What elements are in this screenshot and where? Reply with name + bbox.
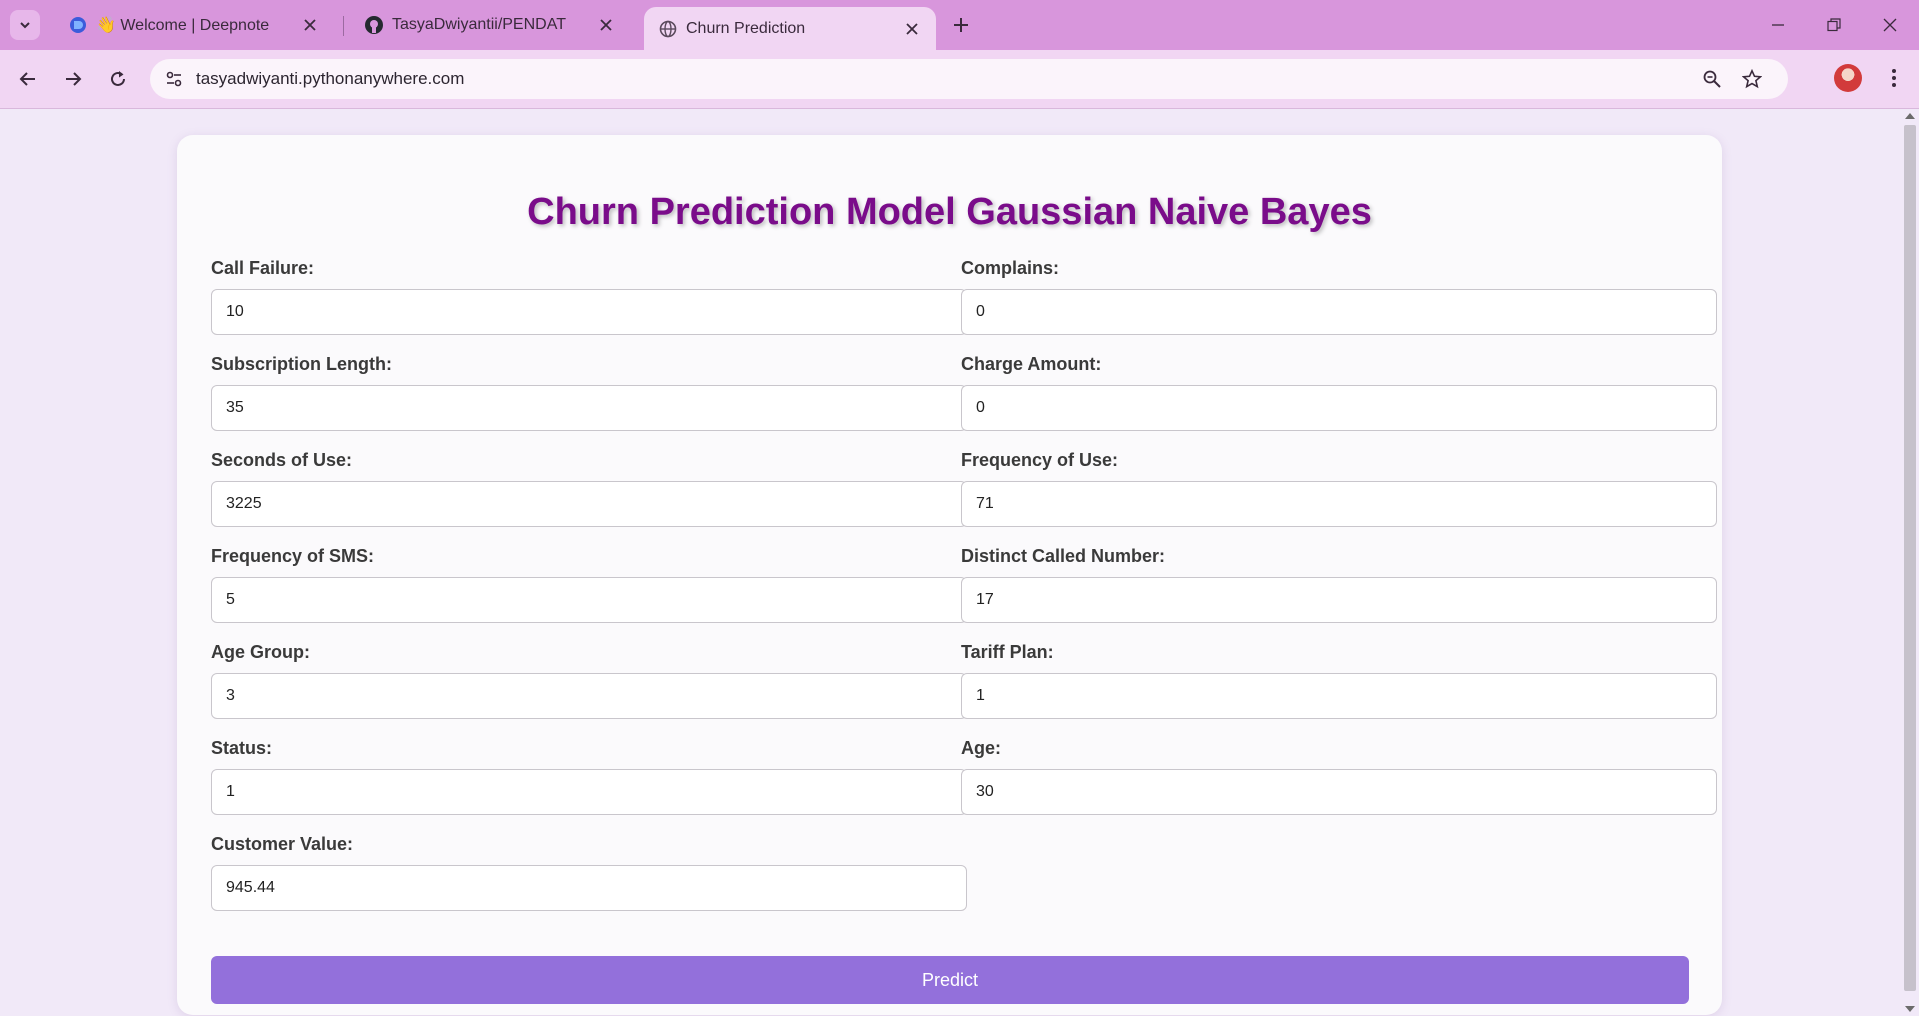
predict-button[interactable]: Predict [211,956,1689,1004]
close-icon[interactable] [596,15,616,35]
new-tab-button[interactable] [948,12,974,38]
status-input[interactable]: 1 [211,769,967,815]
tariff-plan-input[interactable]: 1 [961,673,1717,719]
scroll-up-arrow-icon[interactable] [1905,113,1915,119]
age-group-input[interactable]: 3 [211,673,967,719]
browser-menu-button[interactable] [1880,64,1908,92]
call-failure-input[interactable]: 10 [211,289,967,335]
field-call-failure: Call Failure: 10 [211,257,967,335]
profile-avatar[interactable] [1834,64,1862,92]
reload-button[interactable] [102,63,134,95]
bookmark-star-icon[interactable] [1740,67,1764,91]
field-tariff-plan: Tariff Plan: 1 [961,641,1717,719]
minimize-icon [1772,24,1784,26]
field-label: Distinct Called Number: [961,546,1166,566]
field-label: Customer Value: [211,834,354,854]
field-label: Frequency of SMS: [211,546,375,566]
field-label: Age: [961,738,1001,758]
field-label: Complains: [961,258,1060,278]
field-customer-value: Customer Value: 945.44 [211,833,967,911]
seconds-of-use-input[interactable]: 3225 [211,481,967,527]
tab-churn-prediction[interactable]: Churn Prediction [644,7,936,50]
scrollbar-thumb[interactable] [1904,125,1916,991]
address-bar[interactable]: tasyadwiyanti.pythonanywhere.com [150,59,1788,99]
restore-icon [1827,18,1841,32]
age-input[interactable]: 30 [961,769,1717,815]
field-subscription-length: Subscription Length: 35 [211,353,967,431]
frequency-of-use-input[interactable]: 71 [961,481,1717,527]
tab-separator [343,16,344,36]
close-icon[interactable] [902,19,922,39]
scroll-down-arrow-icon[interactable] [1905,1006,1915,1012]
distinct-called-number-input[interactable]: 17 [961,577,1717,623]
page-viewport: Churn Prediction Model Gaussian Naive Ba… [0,109,1901,1016]
field-label: Tariff Plan: [961,642,1054,662]
customer-value-input[interactable]: 945.44 [211,865,967,911]
page-scrollbar[interactable] [1901,109,1919,1016]
field-age-group: Age Group: 3 [211,641,967,719]
field-label: Frequency of Use: [961,450,1119,470]
field-distinct-called-number: Distinct Called Number: 17 [961,545,1717,623]
field-complains: Complains: 0 [961,257,1717,335]
site-info-icon[interactable] [160,65,188,93]
reload-icon [111,71,125,86]
field-label: Status: [211,738,273,758]
complains-input[interactable]: 0 [961,289,1717,335]
field-frequency-of-use: Frequency of Use: 71 [961,449,1717,527]
plus-icon [954,18,968,32]
restore-button[interactable] [1814,10,1854,40]
github-icon [364,15,384,35]
more-vertical-icon [1892,69,1896,87]
close-icon [1883,18,1897,32]
field-label: Seconds of Use: [211,450,353,470]
tab-strip: 👋 Welcome | Deepnote TasyaDwiyantii/PEND… [0,0,1919,50]
zoom-icon[interactable] [1700,67,1724,91]
forward-button[interactable] [57,63,89,95]
frequency-of-sms-input[interactable]: 5 [211,577,967,623]
url-text[interactable]: tasyadwiyanti.pythonanywhere.com [196,69,464,89]
tab-search-button[interactable] [10,10,40,40]
deepnote-icon [68,15,88,35]
arrow-left-icon [19,72,35,86]
field-charge-amount: Charge Amount: 0 [961,353,1717,431]
tab-github[interactable]: TasyaDwiyantii/PENDAT [350,0,630,50]
tab-deepnote[interactable]: 👋 Welcome | Deepnote [54,0,334,50]
arrow-right-icon [66,72,82,86]
back-button[interactable] [12,63,44,95]
charge-amount-input[interactable]: 0 [961,385,1717,431]
globe-icon [658,19,678,39]
field-age: Age: 30 [961,737,1717,815]
field-label: Call Failure: [211,258,315,278]
tab-title: TasyaDwiyantii/PENDAT [392,16,566,33]
field-seconds-of-use: Seconds of Use: 3225 [211,449,967,527]
field-label: Subscription Length: [211,354,392,374]
field-frequency-of-sms: Frequency of SMS: 5 [211,545,967,623]
close-window-button[interactable] [1870,10,1910,40]
field-label: Charge Amount: [961,354,1102,374]
subscription-length-input[interactable]: 35 [211,385,967,431]
tab-title: 👋 Welcome | Deepnote [96,17,270,34]
browser-toolbar: tasyadwiyanti.pythonanywhere.com [0,50,1919,109]
prediction-form-card: Churn Prediction Model Gaussian Naive Ba… [177,135,1722,1015]
close-icon[interactable] [300,15,320,35]
minimize-button[interactable] [1758,10,1798,40]
chevron-down-icon [20,22,30,29]
field-label: Age Group: [211,642,310,662]
tab-title: Churn Prediction [686,19,806,37]
field-status: Status: 1 [211,737,967,815]
page-title: Churn Prediction Model Gaussian Naive Ba… [527,191,1372,233]
